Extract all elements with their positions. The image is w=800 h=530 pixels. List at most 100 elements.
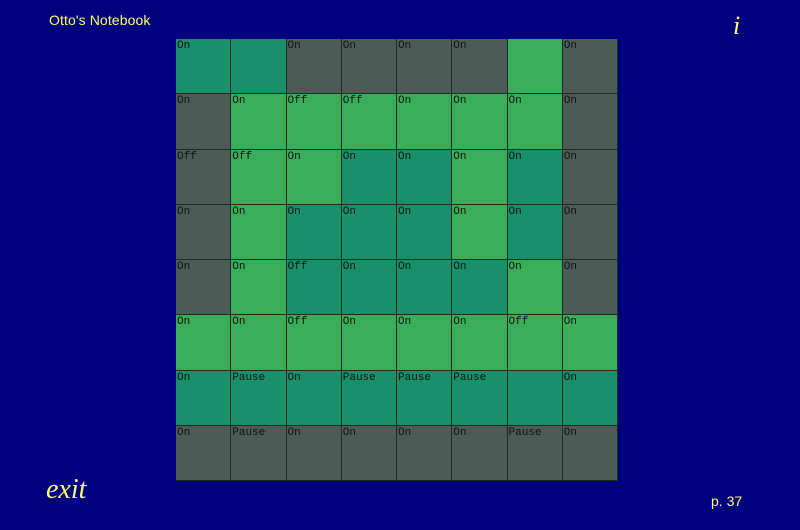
cell-state-label: On: [177, 316, 191, 329]
grid-cell[interactable]: On: [507, 94, 563, 150]
grid-cell[interactable]: Pause: [452, 370, 508, 426]
cell-state-label: On: [508, 95, 522, 108]
grid-cell[interactable]: On: [286, 149, 342, 205]
grid-cell[interactable]: On: [452, 315, 508, 371]
grid-cell[interactable]: On: [341, 39, 397, 95]
grid-cell[interactable]: On: [397, 260, 453, 316]
grid-cell[interactable]: On: [397, 204, 453, 260]
cell-state-label: On: [453, 426, 467, 439]
cell-state-label: On: [232, 205, 246, 218]
grid-cell[interactable]: On: [341, 149, 397, 205]
info-icon[interactable]: i: [733, 10, 749, 42]
cell-state-label: On: [398, 95, 412, 108]
grid-cell[interactable]: On: [231, 94, 287, 150]
cell-state-label: On: [563, 316, 577, 329]
grid-cell[interactable]: On: [397, 425, 453, 481]
grid-cell[interactable]: Off: [507, 315, 563, 371]
grid-cell[interactable]: Off: [341, 94, 397, 150]
grid-cell[interactable]: Off: [231, 149, 287, 205]
grid-cell[interactable]: On: [341, 204, 397, 260]
cell-state-label: On: [563, 261, 577, 273]
grid-cell[interactable]: Pause: [341, 370, 397, 426]
cell-state-label: Pause: [232, 426, 266, 439]
grid-cell[interactable]: On: [452, 204, 508, 260]
cell-state-label: On: [453, 95, 467, 108]
grid-cell[interactable]: On: [286, 370, 342, 426]
grid-cell[interactable]: On: [562, 260, 618, 316]
grid-cell[interactable]: Pause: [231, 370, 287, 426]
grid-cell[interactable]: On: [452, 149, 508, 205]
grid-cell[interactable]: On: [286, 39, 342, 95]
grid-cell[interactable]: [507, 370, 563, 426]
cell-state-label: On: [342, 426, 356, 439]
grid-cell[interactable]: Pause: [397, 370, 453, 426]
grid-cell[interactable]: On: [562, 149, 618, 205]
cell-state-label: On: [177, 205, 191, 218]
grid-cell[interactable]: On: [341, 260, 397, 316]
grid-cell[interactable]: [231, 39, 287, 95]
grid-cell[interactable]: On: [452, 94, 508, 150]
grid-cell[interactable]: Off: [286, 94, 342, 150]
grid-cell[interactable]: Off: [176, 149, 232, 205]
grid-cell[interactable]: On: [341, 425, 397, 481]
cell-state-label: On: [453, 261, 467, 273]
cell-state-label: On: [177, 426, 191, 439]
cell-state-label: Pause: [342, 371, 376, 384]
grid-cell[interactable]: On: [176, 94, 232, 150]
grid-cell[interactable]: On: [452, 425, 508, 481]
cell-state-label: On: [563, 426, 577, 439]
grid-cell[interactable]: On: [176, 204, 232, 260]
grid-cell[interactable]: On: [176, 39, 232, 95]
cell-state-label: Off: [287, 261, 308, 273]
grid-cell[interactable]: Off: [286, 260, 342, 316]
grid-cell[interactable]: On: [562, 39, 618, 95]
grid-cell[interactable]: On: [176, 370, 232, 426]
grid-cell[interactable]: On: [231, 204, 287, 260]
cell-state-label: On: [287, 371, 301, 384]
cell-state-label: Off: [177, 150, 197, 163]
cell-state-label: On: [563, 40, 577, 52]
grid-cell[interactable]: On: [562, 370, 618, 426]
grid-cell[interactable]: On: [231, 315, 287, 371]
cell-state-label: Off: [287, 95, 308, 108]
grid-cell[interactable]: On: [507, 260, 563, 316]
grid-cell[interactable]: On: [397, 39, 453, 95]
cell-state-label: Off: [232, 150, 253, 163]
grid-cell[interactable]: On: [562, 204, 618, 260]
cell-state-label: On: [563, 95, 577, 108]
grid-cell[interactable]: On: [562, 425, 618, 481]
grid-cell[interactable]: On: [341, 315, 397, 371]
cell-state-label: Pause: [398, 371, 432, 384]
grid-cell[interactable]: On: [286, 425, 342, 481]
exit-button[interactable]: exit: [46, 474, 86, 506]
cell-state-label: On: [398, 40, 412, 52]
grid-cell[interactable]: On: [507, 149, 563, 205]
cell-state-label: Off: [287, 316, 308, 329]
grid-cell[interactable]: On: [397, 94, 453, 150]
cell-state-label: On: [287, 150, 301, 163]
grid-cell[interactable]: On: [176, 260, 232, 316]
cell-state-label: On: [287, 205, 301, 218]
grid-cell[interactable]: [507, 39, 563, 95]
grid-cell[interactable]: On: [286, 204, 342, 260]
grid-cell[interactable]: Pause: [231, 425, 287, 481]
grid-cell[interactable]: On: [507, 204, 563, 260]
page-number: p. 37: [711, 493, 743, 509]
grid-cell[interactable]: On: [397, 315, 453, 371]
cell-state-label: On: [398, 261, 412, 273]
grid-cell[interactable]: On: [562, 315, 618, 371]
cell-state-label: Pause: [453, 371, 487, 384]
grid-cell[interactable]: On: [397, 149, 453, 205]
grid-cell[interactable]: On: [562, 94, 618, 150]
cell-state-label: On: [453, 150, 467, 163]
grid-cell[interactable]: On: [176, 425, 232, 481]
grid-cell[interactable]: Off: [286, 315, 342, 371]
grid-cell[interactable]: Pause: [507, 425, 563, 481]
grid-cell[interactable]: On: [452, 39, 508, 95]
cell-state-label: On: [508, 205, 522, 218]
grid-cell[interactable]: On: [231, 260, 287, 316]
switch-grid: On On On On On On On On Off Off On On On On Off Off On On…: [176, 39, 618, 481]
grid-cell[interactable]: On: [452, 260, 508, 316]
notebook-title: Otto's Notebook: [49, 12, 151, 28]
grid-cell[interactable]: On: [176, 315, 232, 371]
